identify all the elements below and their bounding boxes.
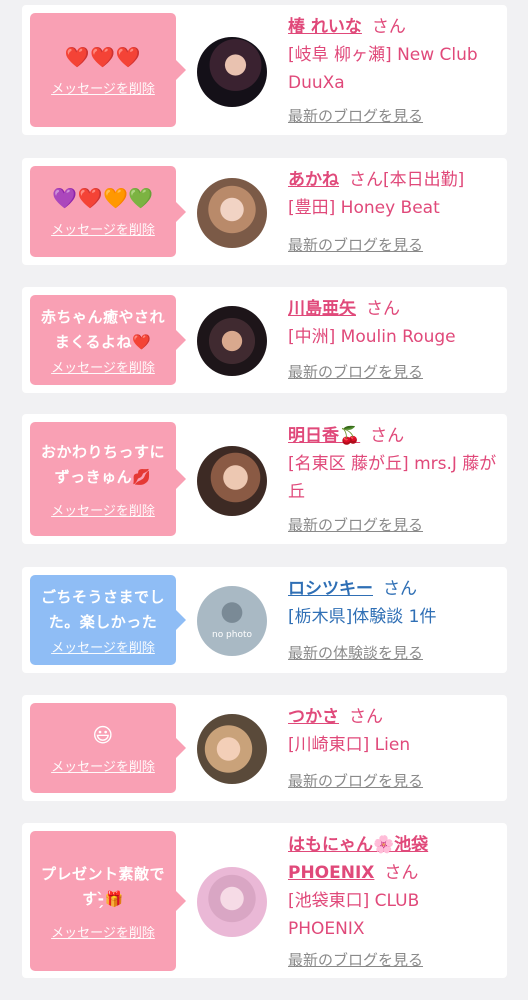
message-text: 赤ちゃん癒やされまくるよね❤️ xyxy=(40,307,165,351)
honorific: さん xyxy=(384,863,419,883)
cast-name-link[interactable]: 川島亜矢 xyxy=(288,299,356,319)
delete-message-link[interactable]: メッセージを削除 xyxy=(51,922,155,941)
message-text: 😃 xyxy=(92,722,114,747)
honorific: さん xyxy=(349,170,383,190)
latest-blog-link[interactable]: 最新のブログを見る xyxy=(288,514,423,535)
avatar[interactable] xyxy=(197,37,267,107)
delete-message-link[interactable]: メッセージを削除 xyxy=(51,756,155,775)
honorific: さん xyxy=(349,707,383,727)
delete-message-link[interactable]: メッセージを削除 xyxy=(51,78,155,97)
avatar[interactable] xyxy=(197,867,267,937)
message-card: ❤️❤️❤️ メッセージを削除 椿 れいな さん [岐阜 柳ヶ瀬] New Clu… xyxy=(22,5,507,135)
message-card: 💜❤️🧡💚 メッセージを削除 あかね さん[本日出勤] [豊田] Honey Be… xyxy=(22,158,507,265)
cast-name-link[interactable]: つかさ xyxy=(288,707,339,727)
message-bubble: ごちそうさまでした。楽しかった メッセージを削除 xyxy=(30,575,186,665)
review-count: [栃木県]体験談 1件 xyxy=(288,607,437,627)
shop-name: [中洲] Moulin Rouge xyxy=(288,327,456,347)
delete-message-link[interactable]: メッセージを削除 xyxy=(51,637,155,656)
honorific: さん xyxy=(371,17,406,37)
avatar[interactable] xyxy=(197,178,267,248)
message-card: ごちそうさまでした。楽しかった メッセージを削除 no photo ロシツキーさ… xyxy=(22,567,507,673)
latest-blog-link[interactable]: 最新のブログを見る xyxy=(288,770,423,791)
delete-message-link[interactable]: メッセージを削除 xyxy=(51,500,155,519)
honorific: さん xyxy=(383,579,417,599)
shop-name: [池袋東口] CLUB PHOENIX xyxy=(288,891,420,939)
reviewer-name-link[interactable]: ロシツキー xyxy=(288,579,373,599)
message-bubble: 赤ちゃん癒やされまくるよね❤️ メッセージを削除 xyxy=(30,295,186,385)
message-text: ❤️❤️❤️ xyxy=(64,44,142,69)
message-card: 赤ちゃん癒やされまくるよね❤️ メッセージを削除 川島亜矢 さん [中洲] Mou… xyxy=(22,287,507,393)
shop-name: [川崎東口] Lien xyxy=(288,735,411,755)
message-card: プレゼント素敵です-̗̀🎁 メッセージを削除 はもにゃん🌸池袋PHOENIX さん… xyxy=(22,823,507,978)
cast-name-link[interactable]: 椿 れいな xyxy=(288,17,362,37)
message-bubble: ❤️❤️❤️ メッセージを削除 xyxy=(30,13,186,127)
honorific: さん xyxy=(366,299,400,319)
delete-message-link[interactable]: メッセージを削除 xyxy=(51,219,155,238)
message-card: おかわりちっすにずっきゅん💋 メッセージを削除 明日香🍒 さん [名東区 藤が丘]… xyxy=(22,414,507,544)
message-bubble: 💜❤️🧡💚 メッセージを削除 xyxy=(30,166,186,257)
message-bubble: プレゼント素敵です-̗̀🎁 メッセージを削除 xyxy=(30,831,186,971)
delete-message-link[interactable]: メッセージを削除 xyxy=(51,357,155,376)
latest-review-link[interactable]: 最新の体験談を見る xyxy=(288,642,423,663)
latest-blog-link[interactable]: 最新のブログを見る xyxy=(288,949,423,970)
avatar[interactable] xyxy=(197,306,267,376)
shop-name: [豊田] Honey Beat xyxy=(288,198,440,218)
shop-name: [岐阜 柳ヶ瀬] New Club DuuXa xyxy=(288,45,478,93)
message-card: 😃 メッセージを削除 つかさ さん [川崎東口] Lien 最新のブログを見る xyxy=(22,695,507,801)
avatar[interactable] xyxy=(197,446,267,516)
latest-blog-link[interactable]: 最新のブログを見る xyxy=(288,105,423,126)
shop-name: [名東区 藤が丘] mrs.J 藤が丘 xyxy=(288,454,497,502)
latest-blog-link[interactable]: 最新のブログを見る xyxy=(288,361,423,382)
status-badge: [本日出勤] xyxy=(383,170,465,190)
message-bubble: おかわりちっすにずっきゅん💋 メッセージを削除 xyxy=(30,422,186,536)
message-text: ごちそうさまでした。楽しかった xyxy=(40,587,165,631)
avatar[interactable]: no photo xyxy=(197,586,267,656)
message-bubble: 😃 メッセージを削除 xyxy=(30,703,186,793)
honorific: さん xyxy=(370,426,405,446)
message-text: おかわりちっすにずっきゅん💋 xyxy=(40,442,165,486)
avatar[interactable] xyxy=(197,714,267,784)
cast-name-link[interactable]: あかね xyxy=(288,170,339,190)
no-photo-label: no photo xyxy=(211,630,253,640)
message-text: プレゼント素敵です-̗̀🎁 xyxy=(40,864,165,908)
latest-blog-link[interactable]: 最新のブログを見る xyxy=(288,234,423,255)
cast-name-link[interactable]: 明日香🍒 xyxy=(288,426,360,446)
message-text: 💜❤️🧡💚 xyxy=(52,186,154,210)
